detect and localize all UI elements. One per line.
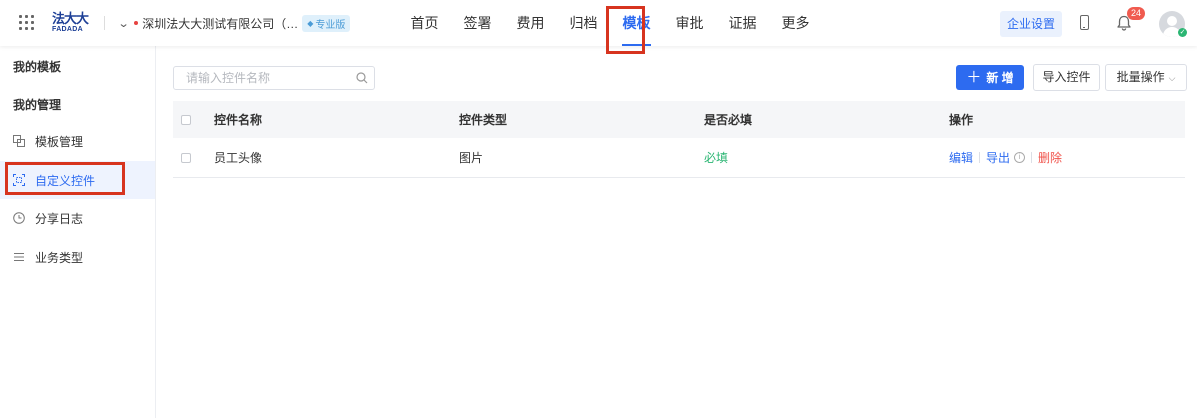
select-all-checkbox[interactable] — [181, 115, 191, 125]
plus-icon: ＋ — [966, 69, 982, 86]
column-header-actions: 操作 — [949, 113, 974, 127]
nav-fees[interactable]: 费用 — [504, 0, 557, 46]
column-header-name: 控件名称 — [214, 113, 263, 127]
nav-approval[interactable]: 审批 — [663, 0, 716, 46]
required-status: 必填 — [704, 151, 729, 165]
clock-icon — [13, 212, 25, 224]
sidebar-item-template-management[interactable]: 模板管理 — [0, 122, 155, 160]
status-dot — [134, 21, 139, 25]
divider — [104, 16, 105, 30]
logo-cn: 法大大 — [52, 11, 89, 26]
avatar-head — [1167, 16, 1177, 26]
divider — [1031, 152, 1033, 163]
enterprise-settings-button[interactable]: 企业设置 — [1000, 11, 1062, 37]
column-header-required: 是否必填 — [704, 113, 753, 127]
sidebar-active-highlight — [5, 162, 125, 195]
plan-badge-label: 专业版 — [315, 19, 346, 31]
batch-actions-dropdown[interactable]: 批量操作 ⌵ — [1105, 64, 1187, 91]
search-input[interactable] — [174, 67, 356, 89]
sidebar-item-label: 业务类型 — [35, 250, 84, 265]
nav-sign[interactable]: 签署 — [451, 0, 504, 46]
chevron-down-icon: ⌵ — [1168, 73, 1176, 83]
delete-link[interactable]: 删除 — [1038, 149, 1062, 166]
chevron-down-icon[interactable]: ⌄ — [118, 17, 130, 30]
row-actions: 编辑 导出 i 删除 — [949, 138, 1062, 177]
add-widget-button[interactable]: ＋新 增 — [956, 65, 1024, 90]
sidebar-item-share-log[interactable]: 分享日志 — [0, 199, 155, 237]
plan-badge: ◆ 专业版 — [302, 14, 351, 32]
info-icon[interactable]: i — [1014, 152, 1026, 163]
table-row: 员工头像 图片 必填 编辑 导出 i 删除 — [173, 138, 1185, 178]
nav-home[interactable]: 首页 — [398, 0, 451, 46]
export-link[interactable]: 导出 — [986, 149, 1010, 166]
sidebar-item-label: 分享日志 — [35, 211, 84, 226]
company-name: 深圳法大大测试有限公司（… — [142, 16, 299, 31]
widget-type: 图片 — [459, 151, 484, 165]
nav-templates-highlight — [606, 6, 645, 54]
column-header-type: 控件类型 — [459, 113, 508, 127]
verified-check-icon: ✓ — [1178, 28, 1187, 37]
sidebar-section-my-templates[interactable]: 我的模板 — [13, 58, 61, 75]
sidebar-section-my-management: 我的管理 — [13, 98, 62, 112]
top-bar: 法大大 FADADA ⌄ 深圳法大大测试有限公司（… ◆ 专业版 首页 签署 费… — [0, 0, 1197, 46]
sidebar: 我的模板 我的管理 模板管理 自定义控件 分享日志 业务类型 — [0, 46, 156, 418]
nav-archive[interactable]: 归档 — [557, 0, 610, 46]
search-icon[interactable] — [356, 72, 368, 84]
sidebar-item-label: 模板管理 — [35, 134, 84, 149]
widgets-table: 控件名称 控件类型 是否必填 操作 员工头像 图片 必填 编辑 导出 i 删除 — [173, 101, 1185, 178]
app-grid-icon[interactable] — [19, 15, 34, 30]
table-header: 控件名称 控件类型 是否必填 操作 — [173, 101, 1185, 138]
diamond-icon: ◆ — [307, 18, 314, 28]
nav-evidence[interactable]: 证据 — [716, 0, 769, 46]
edit-link[interactable]: 编辑 — [949, 149, 973, 166]
import-widget-button[interactable]: 导入控件 — [1033, 64, 1100, 91]
divider — [979, 152, 981, 163]
list-icon — [13, 251, 25, 263]
widget-name: 员工头像 — [214, 151, 263, 165]
logo[interactable]: 法大大 FADADA — [52, 12, 92, 34]
company-switcher[interactable]: ⌄ 深圳法大大测试有限公司（… ◆ 专业版 — [118, 14, 351, 32]
sidebar-item-business-type[interactable]: 业务类型 — [0, 238, 155, 276]
logo-en: FADADA — [52, 26, 83, 33]
mobile-icon[interactable] — [1080, 15, 1089, 30]
row-checkbox[interactable] — [181, 153, 191, 163]
notification-badge: 24 — [1127, 7, 1145, 20]
template-icon — [13, 135, 25, 147]
nav-more[interactable]: 更多 — [769, 0, 822, 46]
search-box — [173, 66, 375, 90]
